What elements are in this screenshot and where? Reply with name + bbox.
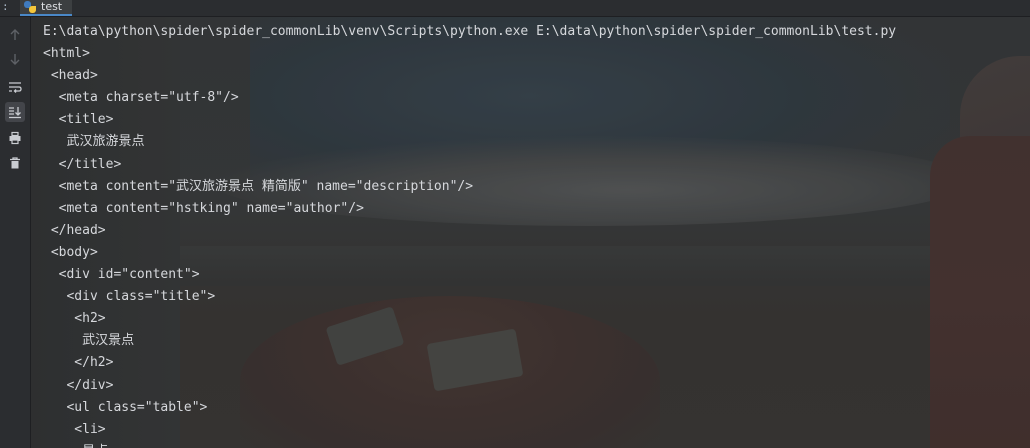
console-line: <html> xyxy=(43,46,90,62)
console-toolbar xyxy=(0,17,31,448)
console-line: <head> xyxy=(43,68,98,84)
console-line: </h2> xyxy=(43,355,114,371)
up-arrow-icon[interactable] xyxy=(5,25,25,45)
tab-label: test xyxy=(41,0,63,13)
console-line: 武汉旅游景点 xyxy=(43,134,145,150)
console-line: <title> xyxy=(43,112,114,128)
console-line: <div id="content"> xyxy=(43,267,200,283)
console-line: E:\data\python\spider\spider_commonLib\v… xyxy=(43,24,897,39)
console-line: 景点 xyxy=(43,441,1030,448)
console-output[interactable]: E:\data\python\spider\spider_commonLib\v… xyxy=(43,21,1030,448)
scroll-to-end-icon[interactable] xyxy=(5,102,25,122)
console-line: 武汉景点 xyxy=(43,333,135,349)
console-line: </head> xyxy=(43,222,106,238)
console-line: <div class="title"> xyxy=(43,289,216,305)
tab-test[interactable]: test xyxy=(20,0,72,16)
tab-overflow-marker: : xyxy=(2,0,9,13)
console-line: <body> xyxy=(43,244,98,260)
print-icon[interactable] xyxy=(5,128,25,148)
trash-icon[interactable] xyxy=(5,153,25,173)
console-line: </div> xyxy=(43,377,114,393)
console-line: <h2> xyxy=(43,311,106,327)
run-console-window: : test E:\data\python\spider\spider_comm… xyxy=(0,0,1030,448)
console-line: </title> xyxy=(43,156,122,172)
soft-wrap-icon[interactable] xyxy=(5,77,25,97)
console-line: <meta content="武汉旅游景点 精简版" name="descrip… xyxy=(43,178,474,194)
console-line: <li> xyxy=(43,421,106,437)
console-line: <meta charset="utf-8"/> xyxy=(43,90,239,106)
console-line: <ul class="table"> xyxy=(43,399,208,415)
python-icon xyxy=(24,1,36,13)
run-tab-bar: : test xyxy=(0,0,1030,17)
down-arrow-icon[interactable] xyxy=(5,49,25,69)
console-line: <meta content="hstking" name="author"/> xyxy=(43,200,364,216)
